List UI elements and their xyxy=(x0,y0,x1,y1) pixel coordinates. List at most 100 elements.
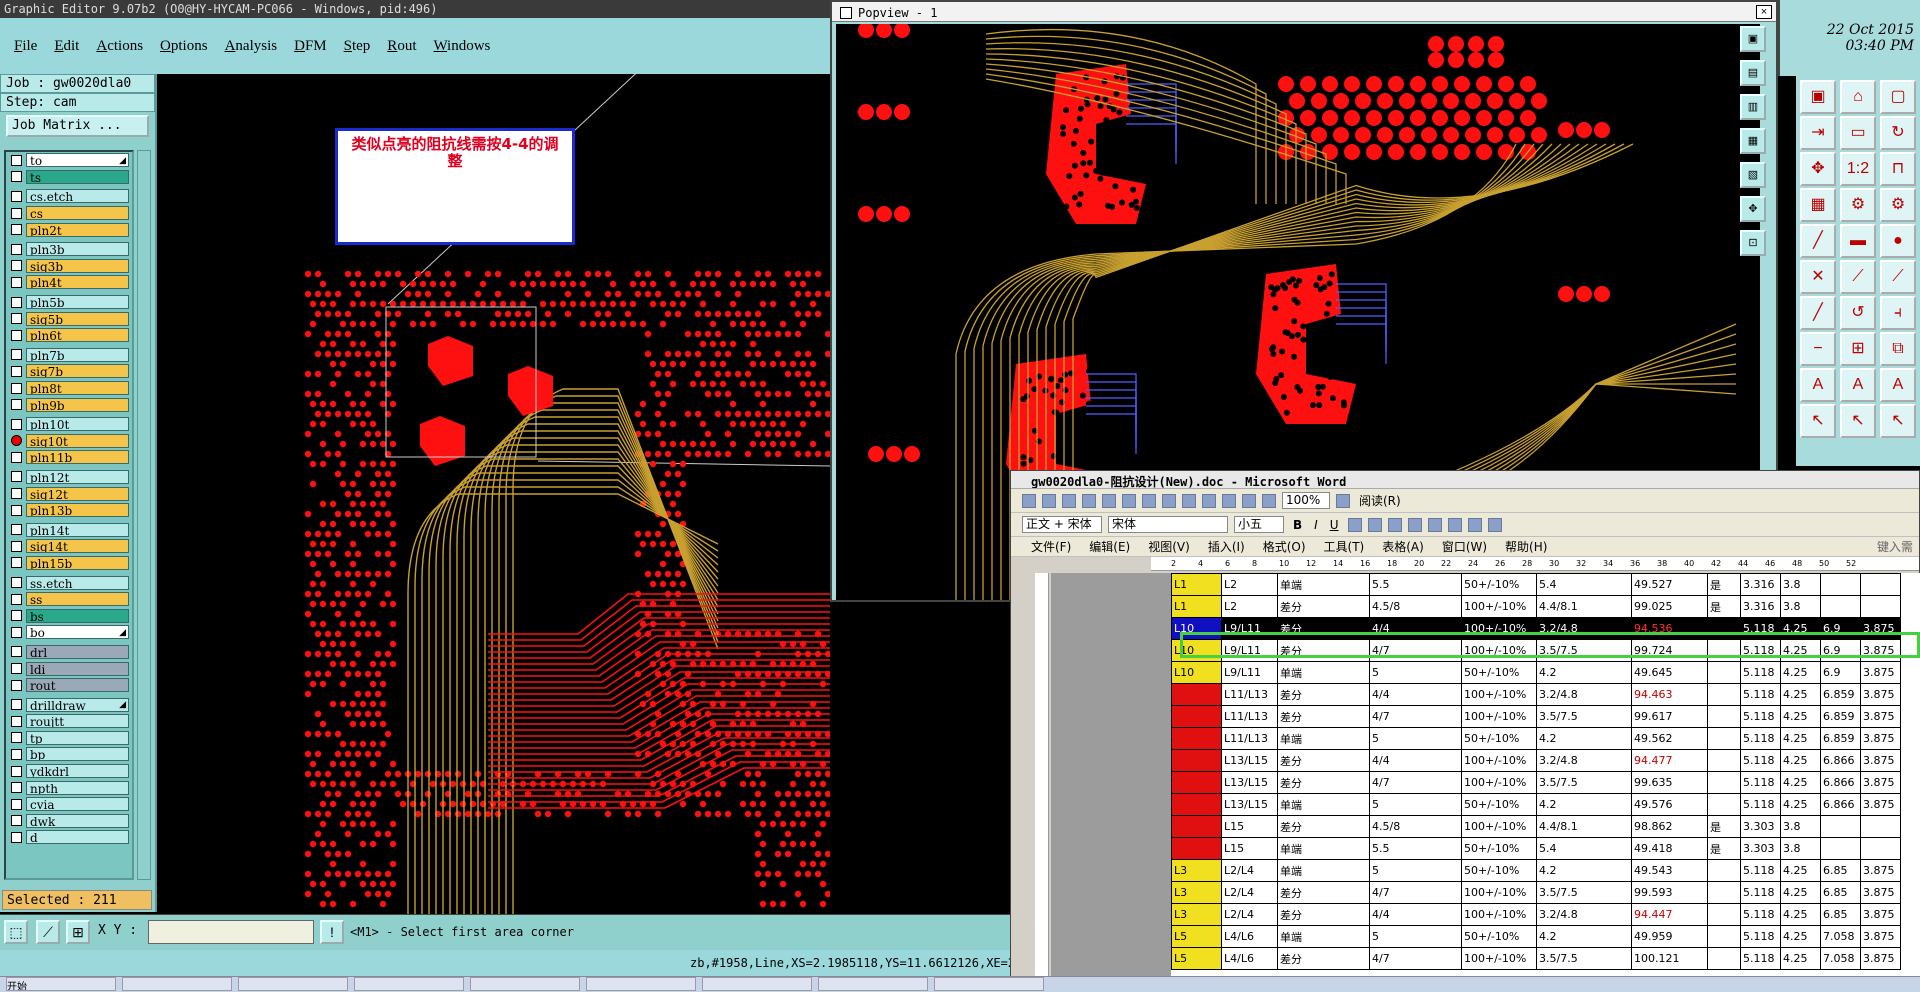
table-cell[interactable]: 5.118 xyxy=(1740,749,1781,772)
table-cell[interactable] xyxy=(1707,661,1741,684)
arc-icon[interactable]: ↺ xyxy=(1840,296,1876,330)
layer-row[interactable]: pln14t xyxy=(6,521,132,538)
info-icon[interactable]: ! xyxy=(320,920,344,944)
table-cell[interactable]: 5.118 xyxy=(1740,793,1781,816)
table-cell[interactable] xyxy=(1707,705,1741,728)
layer-checkbox[interactable] xyxy=(11,798,22,810)
table-cell[interactable]: 3.8 xyxy=(1780,815,1821,838)
table-cell[interactable]: 100+/-10% xyxy=(1461,749,1537,772)
table-cell[interactable]: 4.25 xyxy=(1780,903,1821,926)
snap-icon[interactable]: ⇥ xyxy=(1800,116,1836,150)
copy-doc-icon[interactable] xyxy=(1162,493,1176,508)
table-cell[interactable]: 3.875 xyxy=(1860,617,1901,640)
layer-row[interactable]: cs.etch xyxy=(6,188,132,205)
table-cell[interactable]: L16 xyxy=(1171,837,1222,860)
table-cell[interactable]: 5 xyxy=(1369,727,1462,750)
table-cell[interactable]: 3.8 xyxy=(1780,573,1821,596)
table-cell[interactable]: 3.5/7.5 xyxy=(1536,881,1632,904)
table-cell[interactable]: 差分 xyxy=(1277,771,1370,794)
highlight-icon[interactable] xyxy=(1467,517,1482,532)
table-cell[interactable]: 94.477 xyxy=(1631,749,1708,772)
table-cell[interactable]: 3.875 xyxy=(1860,793,1901,816)
layer-checkbox[interactable] xyxy=(11,782,22,794)
table-cell[interactable]: 4.25 xyxy=(1780,881,1821,904)
table-cell[interactable]: L3 xyxy=(1171,881,1222,904)
layer-row[interactable]: sig10t xyxy=(6,433,132,450)
table-cell[interactable]: 3.875 xyxy=(1860,925,1901,948)
table-cell[interactable]: 100+/-10% xyxy=(1461,903,1537,926)
layer-checkbox[interactable] xyxy=(11,329,22,341)
table-cell[interactable] xyxy=(1860,837,1901,860)
layer-checkbox[interactable] xyxy=(11,488,22,500)
table-cell[interactable]: L5 xyxy=(1171,947,1222,970)
layer-row[interactable]: sig12t xyxy=(6,485,132,502)
table-cell[interactable]: 4/4 xyxy=(1369,683,1462,706)
table-cell[interactable]: 6.859 xyxy=(1820,727,1861,750)
table-row[interactable]: L3 L2/L4 差分 4/7 100+/-10% 3.5/7.5 99.593 5.118 4… xyxy=(1171,881,1901,904)
measure-icon[interactable]: ⟋ xyxy=(36,920,60,944)
layer-row[interactable]: pln7b xyxy=(6,347,132,364)
pad-icon[interactable]: ▬ xyxy=(1840,224,1876,258)
table-cell[interactable] xyxy=(1707,749,1741,772)
table-cell[interactable]: 49.645 xyxy=(1631,661,1708,684)
table-cell[interactable] xyxy=(1820,815,1861,838)
table-cell[interactable]: L4/L6 xyxy=(1221,925,1278,948)
layer-checkbox[interactable] xyxy=(11,646,22,658)
table-cell[interactable]: L11/L13 xyxy=(1221,705,1278,728)
table-cell[interactable]: 3.5/7.5 xyxy=(1536,947,1632,970)
table-cell[interactable]: 3.875 xyxy=(1860,859,1901,882)
table-cell[interactable]: L13/L15 xyxy=(1221,749,1278,772)
table-cell[interactable]: 差分 xyxy=(1277,903,1370,926)
table-cell[interactable]: 4.25 xyxy=(1780,925,1821,948)
table-cell[interactable]: 4.25 xyxy=(1780,705,1821,728)
word-menu-item[interactable]: 格式(O) xyxy=(1263,538,1306,555)
menu-dfm[interactable]: DFM xyxy=(294,38,327,55)
menu-options[interactable]: Options xyxy=(160,38,208,55)
table-cell[interactable]: 4.4/8.1 xyxy=(1536,595,1632,618)
home-icon[interactable]: ⌂ xyxy=(1840,80,1876,114)
taskbar-button[interactable] xyxy=(122,977,232,991)
layer-row[interactable]: tp xyxy=(6,730,132,747)
layer-row[interactable]: bp xyxy=(6,746,132,763)
table-cell[interactable] xyxy=(1860,573,1901,596)
move-icon[interactable]: ⊞ xyxy=(1840,332,1876,366)
table-cell[interactable]: 5.118 xyxy=(1740,683,1781,706)
table-cell[interactable]: 单端 xyxy=(1277,837,1370,860)
layer-row[interactable]: sig7b xyxy=(6,363,132,380)
table-cell[interactable]: 3.875 xyxy=(1860,705,1901,728)
layer-checkbox[interactable] xyxy=(11,171,22,183)
read-button[interactable]: 阅读(R) xyxy=(1359,492,1401,509)
layer-checkbox[interactable] xyxy=(11,313,22,325)
layer-row[interactable]: ts xyxy=(6,169,132,186)
table-row[interactable]: L1 L2 差分 4.5/8 100+/-10% 4.4/8.1 99.025 是 3.316 3… xyxy=(1171,595,1901,618)
table-cell[interactable]: 4/4 xyxy=(1369,903,1462,926)
table-cell[interactable]: 差分 xyxy=(1277,683,1370,706)
new-icon[interactable] xyxy=(1022,493,1036,508)
table-cell[interactable]: 100.121 xyxy=(1631,947,1708,970)
table-cell[interactable]: 3.2/4.8 xyxy=(1536,749,1632,772)
copy-icon[interactable]: ⧉ xyxy=(1880,332,1916,366)
layer-row[interactable]: sig5b xyxy=(6,310,132,327)
taskbar-button[interactable] xyxy=(354,977,464,991)
table-row[interactable]: L5 L4/L6 差分 4/7 100+/-10% 3.5/7.5 100.121 5.118… xyxy=(1171,947,1901,970)
table-cell[interactable]: 3.8 xyxy=(1780,595,1821,618)
layer-checkbox[interactable] xyxy=(11,154,22,166)
fit-icon[interactable]: ▭ xyxy=(1840,116,1876,150)
layer-checkbox[interactable] xyxy=(11,626,22,638)
layer-row[interactable]: cvia xyxy=(6,796,132,813)
paste-icon[interactable] xyxy=(1182,493,1196,508)
popview-tool-2-icon[interactable]: ▤ xyxy=(1740,60,1766,86)
table-cell[interactable] xyxy=(1707,881,1741,904)
table-row[interactable]: L12 L11/L13 差分 4/4 100+/-10% 3.2/4.8 94.463 5.1… xyxy=(1171,683,1901,706)
frame-icon[interactable]: ▢ xyxy=(1880,80,1916,114)
table-cell[interactable]: 50+/-10% xyxy=(1461,925,1537,948)
table-cell[interactable]: L15 xyxy=(1221,815,1278,838)
open-icon[interactable] xyxy=(1042,493,1056,508)
layer-checkbox[interactable] xyxy=(11,593,22,605)
popview-tool-1-icon[interactable]: ▣ xyxy=(1740,26,1766,52)
table-cell[interactable]: 单端 xyxy=(1277,925,1370,948)
table-cell[interactable]: L1 xyxy=(1171,595,1222,618)
minus-icon[interactable]: − xyxy=(1800,332,1836,366)
table-cell[interactable]: 单端 xyxy=(1277,661,1370,684)
table-cell[interactable]: 3.875 xyxy=(1860,749,1901,772)
